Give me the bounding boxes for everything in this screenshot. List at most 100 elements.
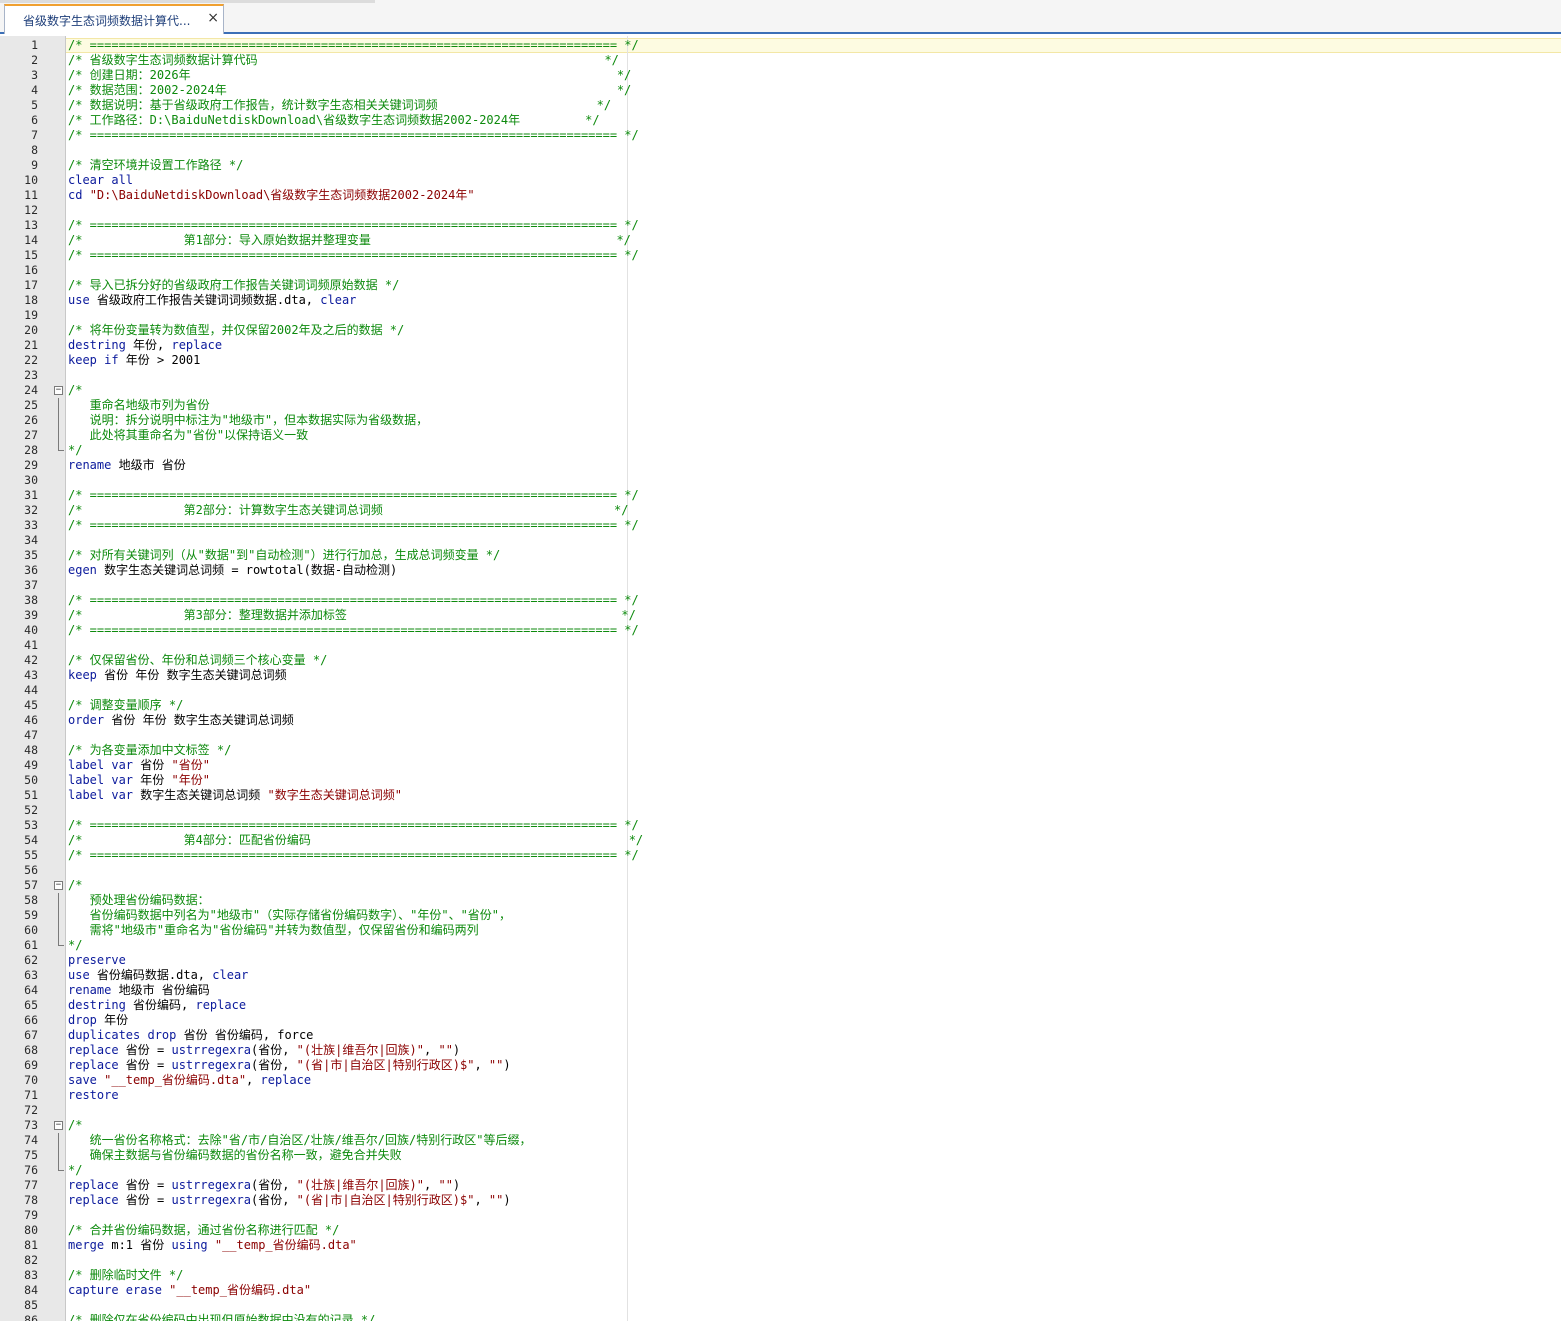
line-number: 59 xyxy=(24,908,38,922)
line-number: 47 xyxy=(24,728,38,742)
code-text: keep if 年份 > 2001 xyxy=(68,353,200,368)
line-number: 48 xyxy=(24,743,38,757)
token-comment: /* 删除仅在省份编码中出现但原始数据中没有的记录 */ xyxy=(68,1313,376,1321)
code-text: rename 地级市 省份编码 xyxy=(68,983,210,998)
token-keyword: replace xyxy=(195,998,247,1012)
token-comment: /* 合并省份编码数据，通过省份名称进行匹配 */ xyxy=(68,1223,340,1237)
line-number: 29 xyxy=(24,458,38,472)
line-number: 77 xyxy=(24,1178,38,1192)
token-comment: /* 为各变量添加中文标签 */ xyxy=(68,743,232,757)
code-text: /* =====================================… xyxy=(68,38,639,53)
code-text: */ xyxy=(68,443,82,458)
token-keyword: destring xyxy=(68,338,134,352)
line-number: 14 xyxy=(24,233,38,247)
line-number: 75 xyxy=(24,1148,38,1162)
token-text: 省份编码数据.dta, xyxy=(96,968,213,982)
token-text: 省份 xyxy=(140,758,172,772)
fold-collapse-icon[interactable]: − xyxy=(54,386,63,395)
token-text: 数字生态关键词总词频 xyxy=(140,788,268,802)
code-text: /* =====================================… xyxy=(68,623,639,638)
line-number: 4 xyxy=(31,83,38,97)
line-number: 41 xyxy=(24,638,38,652)
code-text: egen 数字生态关键词总词频 = rowtotal(数据-自动检测) xyxy=(68,563,397,578)
tab-active-file[interactable]: 省级数字生态词频数据计算代... × xyxy=(4,4,224,34)
token-text: 年份 xyxy=(104,1013,129,1027)
line-number: 36 xyxy=(24,563,38,577)
token-string: "" xyxy=(438,1178,453,1192)
token-text: 省份 = xyxy=(125,1058,172,1072)
code-text: /* =====================================… xyxy=(68,248,639,263)
token-comment: 需将"地级市"重命名为"省份编码"并转为数值型，仅保留省份和编码两列 xyxy=(68,923,479,937)
line-number: 42 xyxy=(24,653,38,667)
code-text: /* 导入已拆分好的省级政府工作报告关键词词频原始数据 */ xyxy=(68,278,399,293)
code-text: */ xyxy=(68,938,82,953)
code-text: /* =====================================… xyxy=(68,593,639,608)
code-text: drop 年份 xyxy=(68,1013,128,1028)
token-text: 省份 = xyxy=(125,1043,172,1057)
token-keyword: replace xyxy=(68,1178,126,1192)
token-text: , xyxy=(474,1058,489,1072)
token-keyword: replace xyxy=(68,1193,126,1207)
token-comment: /* 调整变量顺序 */ xyxy=(68,698,184,712)
token-text: 省份 = xyxy=(125,1178,172,1192)
token-string: "" xyxy=(488,1058,504,1072)
line-number: 18 xyxy=(24,293,38,307)
code-text: restore xyxy=(68,1088,119,1103)
token-text: , xyxy=(246,1073,261,1087)
line-number: 40 xyxy=(24,623,38,637)
token-comment: /* 省级数字生态词频数据计算代码 */ xyxy=(68,53,619,67)
line-number: 63 xyxy=(24,968,38,982)
token-comment: /* 第1部分：导入原始数据并整理变量 */ xyxy=(68,233,631,247)
line-number: 6 xyxy=(31,113,38,127)
code-text: 统一省份名称格式：去除"省/市/自治区/壮族/维吾尔/回族/特别行政区"等后缀， xyxy=(68,1133,532,1148)
token-text: (省份, xyxy=(250,1043,297,1057)
line-number: 26 xyxy=(24,413,38,427)
line-number: 78 xyxy=(24,1193,38,1207)
line-number: 72 xyxy=(24,1103,38,1117)
code-editor[interactable]: 1 /* ====================================… xyxy=(0,36,1561,1321)
token-comment: 说明：拆分说明中标注为"地级市"，但本数据实际为省级数据， xyxy=(68,413,429,427)
line-number: 85 xyxy=(24,1298,38,1312)
code-text: /* 将年份变量转为数值型，并仅保留2002年及之后的数据 */ xyxy=(68,323,404,338)
line-number: 45 xyxy=(24,698,38,712)
close-icon[interactable]: × xyxy=(207,10,219,26)
token-keyword: drop xyxy=(68,1013,105,1027)
token-string: "__temp_省份编码.dta" xyxy=(169,1283,312,1297)
line-number: 5 xyxy=(31,98,38,112)
token-text: 省份 年份 数字生态关键词总词频 xyxy=(104,668,287,682)
token-string: "D:\BaiduNetdiskDownload\省级数字生态词频数据2002-… xyxy=(89,188,475,202)
token-comment: /* =====================================… xyxy=(68,488,639,502)
line-number: 44 xyxy=(24,683,38,697)
line-number: 23 xyxy=(24,368,38,382)
code-text: /* 第2部分：计算数字生态关键词总词频 */ xyxy=(68,503,628,518)
line-number: 56 xyxy=(24,863,38,877)
token-text: 地级市 省份 xyxy=(118,458,186,472)
line-number: 80 xyxy=(24,1223,38,1237)
fold-guide-line xyxy=(58,1148,59,1163)
code-text: /* =====================================… xyxy=(68,488,639,503)
token-text: , xyxy=(424,1178,439,1192)
token-keyword: ustrregexra xyxy=(171,1193,251,1207)
token-text: 省份 年份 数字生态关键词总词频 xyxy=(111,713,294,727)
code-text: replace 省份 = ustrregexra(省份, "(省|市|自治区|特… xyxy=(68,1193,511,1208)
fold-collapse-icon[interactable]: − xyxy=(54,1121,63,1130)
code-text: /* 调整变量顺序 */ xyxy=(68,698,183,713)
token-string: "" xyxy=(488,1193,504,1207)
tab-strip-top xyxy=(0,0,375,3)
token-comment: /* 第2部分：计算数字生态关键词总词频 */ xyxy=(68,503,629,517)
token-keyword: keep if xyxy=(68,353,126,367)
code-text: use 省份编码数据.dta, clear xyxy=(68,968,248,983)
line-number: 67 xyxy=(24,1028,38,1042)
code-text: 说明：拆分说明中标注为"地级市"，但本数据实际为省级数据， xyxy=(68,413,428,428)
token-keyword: keep xyxy=(68,668,105,682)
token-comment: 统一省份名称格式：去除"省/市/自治区/壮族/维吾尔/回族/特别行政区"等后缀， xyxy=(68,1133,532,1147)
line-number: 25 xyxy=(24,398,38,412)
token-keyword: replace xyxy=(68,1058,126,1072)
line-number: 27 xyxy=(24,428,38,442)
token-comment: /* =====================================… xyxy=(68,623,639,637)
fold-collapse-icon[interactable]: − xyxy=(54,881,63,890)
line-number: 43 xyxy=(24,668,38,682)
token-keyword: preserve xyxy=(68,953,126,967)
token-keyword: egen xyxy=(68,563,105,577)
line-number: 7 xyxy=(31,128,38,142)
